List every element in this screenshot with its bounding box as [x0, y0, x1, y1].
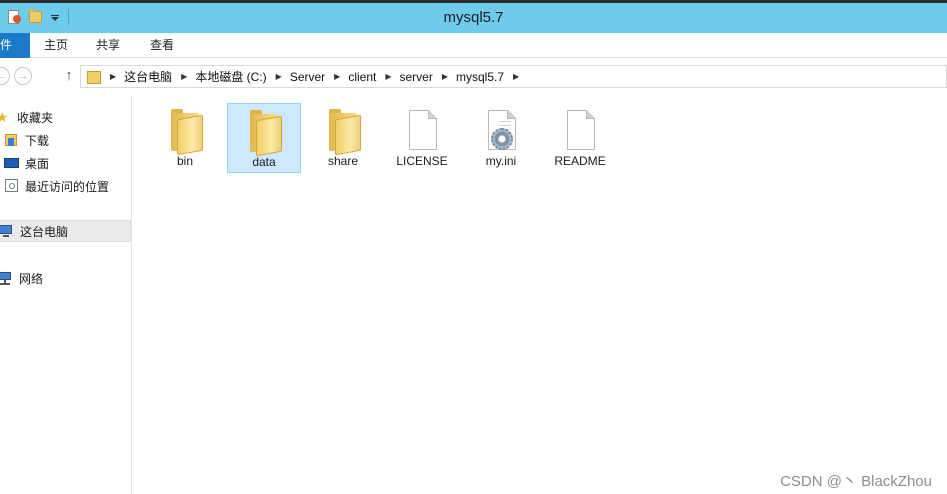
file-item-share[interactable]: share	[306, 103, 380, 173]
breadcrumb-arrow-icon[interactable]: ▶	[442, 72, 448, 81]
up-button[interactable]: ↑	[62, 66, 76, 86]
breadcrumb-arrow-icon[interactable]: ▶	[513, 72, 519, 81]
sidebar-item-network[interactable]: 网络	[0, 267, 43, 289]
file-name: share	[327, 154, 359, 168]
sidebar-item-label: 下载	[25, 133, 50, 148]
folder-icon	[165, 109, 205, 156]
forward-button[interactable]: →	[14, 67, 32, 85]
navigation-bar: ← → ↑ ▶ 这台电脑 ▶ 本地磁盘 (C:) ▶ Server ▶ clie…	[0, 58, 947, 96]
sidebar-item-label: 这台电脑	[20, 224, 69, 239]
file-name: bin	[176, 154, 193, 168]
file-item-readme[interactable]: README	[543, 103, 617, 173]
address-bar[interactable]: ▶ 这台电脑 ▶ 本地磁盘 (C:) ▶ Server ▶ client ▶ s…	[80, 65, 947, 88]
tab-file[interactable]: 文件	[0, 33, 30, 58]
tab-home[interactable]: 主页	[44, 33, 68, 58]
file-list-pane[interactable]: bin data share LICENSE my.ini README	[133, 96, 947, 494]
folder-icon	[244, 110, 284, 157]
star-icon: ★	[0, 109, 9, 125]
recent-places-icon	[4, 178, 20, 194]
folder-icon	[87, 70, 101, 84]
breadcrumb-server-sub[interactable]: server	[399, 70, 432, 84]
tab-share[interactable]: 共享	[96, 33, 120, 58]
title-bar[interactable]: mysql5.7	[0, 3, 947, 33]
watermark-text: CSDN @丶 BlackZhou	[780, 473, 932, 490]
file-name: my.ini	[485, 154, 517, 168]
sidebar-item-favorites[interactable]: ★ 收藏夹	[0, 106, 53, 128]
computer-icon	[0, 223, 15, 239]
config-file-icon	[481, 109, 521, 155]
sidebar-item-desktop[interactable]: 桌面	[4, 152, 49, 174]
document-icon	[560, 109, 600, 155]
file-name: README	[554, 154, 606, 168]
file-item-license[interactable]: LICENSE	[385, 103, 459, 173]
breadcrumb-arrow-icon[interactable]: ▶	[276, 72, 282, 81]
file-item-my-ini[interactable]: my.ini	[464, 103, 538, 173]
network-icon	[0, 270, 14, 286]
file-item-bin[interactable]: bin	[148, 103, 222, 173]
document-icon	[402, 109, 442, 155]
sidebar-item-label: 桌面	[25, 156, 50, 171]
breadcrumb-arrow-icon[interactable]: ▶	[385, 72, 391, 81]
desktop-icon	[4, 155, 20, 171]
ribbon-tabs: 文件 主页 共享 查看	[0, 33, 947, 58]
sidebar-item-label: 收藏夹	[17, 110, 54, 125]
breadcrumb-client[interactable]: client	[348, 70, 376, 84]
sidebar-item-label: 最近访问的位置	[25, 179, 110, 194]
sidebar-item-this-pc[interactable]: 这台电脑	[0, 220, 131, 242]
gear-icon	[491, 128, 513, 150]
folder-icon	[323, 109, 363, 156]
breadcrumb-arrow-icon[interactable]: ▶	[110, 72, 116, 81]
back-button[interactable]: ←	[0, 67, 10, 85]
sidebar-item-label: 网络	[19, 271, 44, 286]
breadcrumb-server[interactable]: Server	[290, 70, 325, 84]
window-title: mysql5.7	[443, 9, 504, 26]
breadcrumb-mysql[interactable]: mysql5.7	[456, 70, 504, 84]
download-folder-icon	[4, 132, 20, 148]
tab-view[interactable]: 查看	[150, 33, 174, 58]
breadcrumb-arrow-icon[interactable]: ▶	[181, 72, 187, 81]
breadcrumb-this-pc[interactable]: 这台电脑	[124, 68, 172, 85]
file-item-data[interactable]: data	[227, 103, 301, 173]
breadcrumb-arrow-icon[interactable]: ▶	[334, 72, 340, 81]
file-name: LICENSE	[396, 154, 448, 168]
file-name: data	[252, 155, 276, 169]
breadcrumb-local-disk[interactable]: 本地磁盘 (C:)	[195, 68, 266, 85]
sidebar-item-downloads[interactable]: 下载	[4, 129, 49, 151]
sidebar-item-recent[interactable]: 最近访问的位置	[4, 175, 109, 197]
navigation-pane: ★ 收藏夹 下载 桌面 最近访问的位置 这台电脑 网络	[0, 96, 132, 494]
